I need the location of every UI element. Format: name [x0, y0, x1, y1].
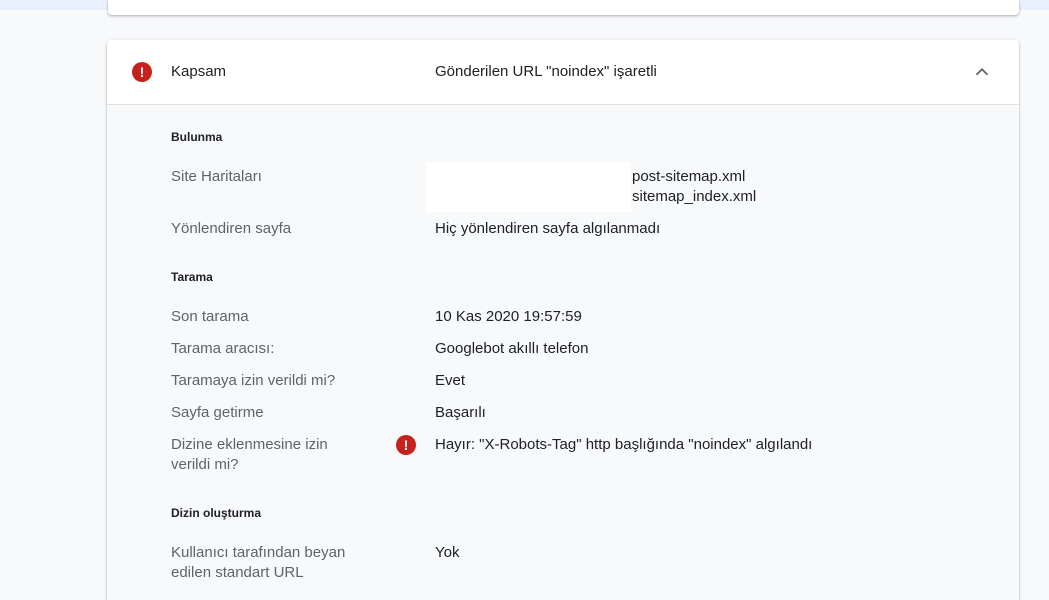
last-crawl-label: Son tarama [171, 308, 249, 325]
section-title-discovery: Bulunma [171, 130, 223, 144]
user-canonical-value: Yok [435, 544, 460, 561]
section-title-indexing: Dizin oluşturma [171, 506, 262, 520]
redacted-area [426, 162, 631, 212]
user-canonical-label: Kullanıcı tarafından beyan edilen standa… [171, 544, 346, 581]
crawled-as-value: Googlebot akıllı telefon [435, 340, 589, 357]
crawl-allowed-value: Evet [435, 372, 466, 389]
coverage-status: Gönderilen URL "noindex" işaretli [435, 63, 657, 80]
coverage-card: ! Kapsam Gönderilen URL "noindex" işaret… [107, 40, 1019, 600]
page-fetch-label: Sayfa getirme [171, 404, 264, 421]
crawled-as-label: Tarama aracısı: [171, 340, 275, 357]
referring-page-value: Hiç yönlendiren sayfa algılanmadı [435, 220, 661, 237]
chevron-up-icon[interactable] [971, 61, 993, 83]
indexing-allowed-label: Dizine eklenmesine izin verildi mi? [171, 436, 328, 473]
sitemap-list: post-sitemap.xml sitemap_index.xml [632, 167, 756, 207]
sitemap-item: sitemap_index.xml [632, 188, 757, 205]
last-crawl-value: 10 Kas 2020 19:57:59 [435, 308, 582, 325]
error-icon: ! [396, 435, 416, 455]
error-icon: ! [132, 62, 152, 82]
coverage-label: Kapsam [171, 63, 227, 80]
section-title-crawl: Tarama [171, 270, 213, 284]
page-fetch-value: Başarılı [435, 404, 486, 421]
sitemaps-label: Site Haritaları [171, 168, 262, 185]
sitemap-item: post-sitemap.xml [632, 168, 746, 185]
previous-card [108, 0, 1019, 15]
coverage-header[interactable]: ! Kapsam Gönderilen URL "noindex" işaret… [107, 40, 1019, 105]
indexing-allowed-value: Hayır: "X-Robots-Tag" http başlığında "n… [435, 436, 813, 453]
referring-page-label: Yönlendiren sayfa [171, 220, 292, 237]
crawl-allowed-label: Taramaya izin verildi mi? [171, 372, 336, 389]
